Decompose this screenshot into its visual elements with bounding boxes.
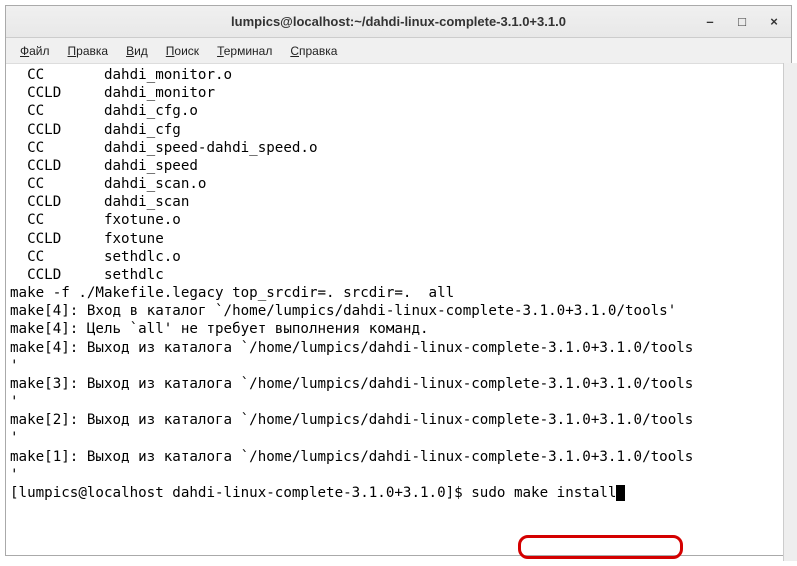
shell-prompt: [lumpics@localhost dahdi-linux-complete-… [10, 485, 471, 501]
terminal-line: CC dahdi_scan.o [10, 175, 787, 193]
terminal-line: make[1]: Выход из каталога `/home/lumpic… [10, 448, 787, 466]
terminal-line: make[4]: Выход из каталога `/home/lumpic… [10, 339, 787, 357]
cursor [616, 485, 625, 501]
terminal-line: CC fxotune.o [10, 211, 787, 229]
terminal-line: CC dahdi_monitor.o [10, 66, 787, 84]
menu-search[interactable]: Поиск [158, 40, 207, 62]
terminal-line: CCLD dahdi_cfg [10, 121, 787, 139]
terminal-line: make[2]: Выход из каталога `/home/lumpic… [10, 411, 787, 429]
terminal-line: CCLD dahdi_speed [10, 157, 787, 175]
terminal-line: CCLD fxotune [10, 230, 787, 248]
terminal-line: make[3]: Выход из каталога `/home/lumpic… [10, 375, 787, 393]
window-controls: – □ × [701, 6, 783, 37]
minimize-button[interactable]: – [701, 13, 719, 31]
menu-terminal[interactable]: Терминал [209, 40, 280, 62]
terminal-line: ' [10, 429, 787, 447]
terminal-line: ' [10, 466, 787, 484]
terminal-prompt-line[interactable]: [lumpics@localhost dahdi-linux-complete-… [10, 484, 787, 502]
menu-file[interactable]: Файл [12, 40, 58, 62]
terminal-line: make[4]: Цель `all' не требует выполнени… [10, 320, 787, 338]
terminal-line: CCLD dahdi_monitor [10, 84, 787, 102]
terminal-line: make[4]: Вход в каталог `/home/lumpics/d… [10, 302, 787, 320]
terminal-line: CCLD dahdi_scan [10, 193, 787, 211]
terminal-line: ' [10, 393, 787, 411]
menubar: Файл Правка Вид Поиск Терминал Справка [6, 38, 791, 64]
terminal-line: ' [10, 357, 787, 375]
scrollbar[interactable] [783, 63, 797, 561]
close-button[interactable]: × [765, 13, 783, 31]
terminal-line: make -f ./Makefile.legacy top_srcdir=. s… [10, 284, 787, 302]
terminal-content[interactable]: CC dahdi_monitor.o CCLD dahdi_monitor CC… [6, 64, 791, 555]
terminal-line: CCLD sethdlc [10, 266, 787, 284]
terminal-line: CC sethdlc.o [10, 248, 787, 266]
typed-command: sudo make install [471, 485, 616, 501]
menu-view[interactable]: Вид [118, 40, 156, 62]
menu-help[interactable]: Справка [282, 40, 345, 62]
menu-edit[interactable]: Правка [60, 40, 117, 62]
maximize-button[interactable]: □ [733, 13, 751, 31]
terminal-line: CC dahdi_speed-dahdi_speed.o [10, 139, 787, 157]
window-title: lumpics@localhost:~/dahdi-linux-complete… [231, 14, 566, 29]
titlebar[interactable]: lumpics@localhost:~/dahdi-linux-complete… [6, 6, 791, 38]
terminal-window: lumpics@localhost:~/dahdi-linux-complete… [5, 5, 792, 556]
terminal-line: CC dahdi_cfg.o [10, 102, 787, 120]
